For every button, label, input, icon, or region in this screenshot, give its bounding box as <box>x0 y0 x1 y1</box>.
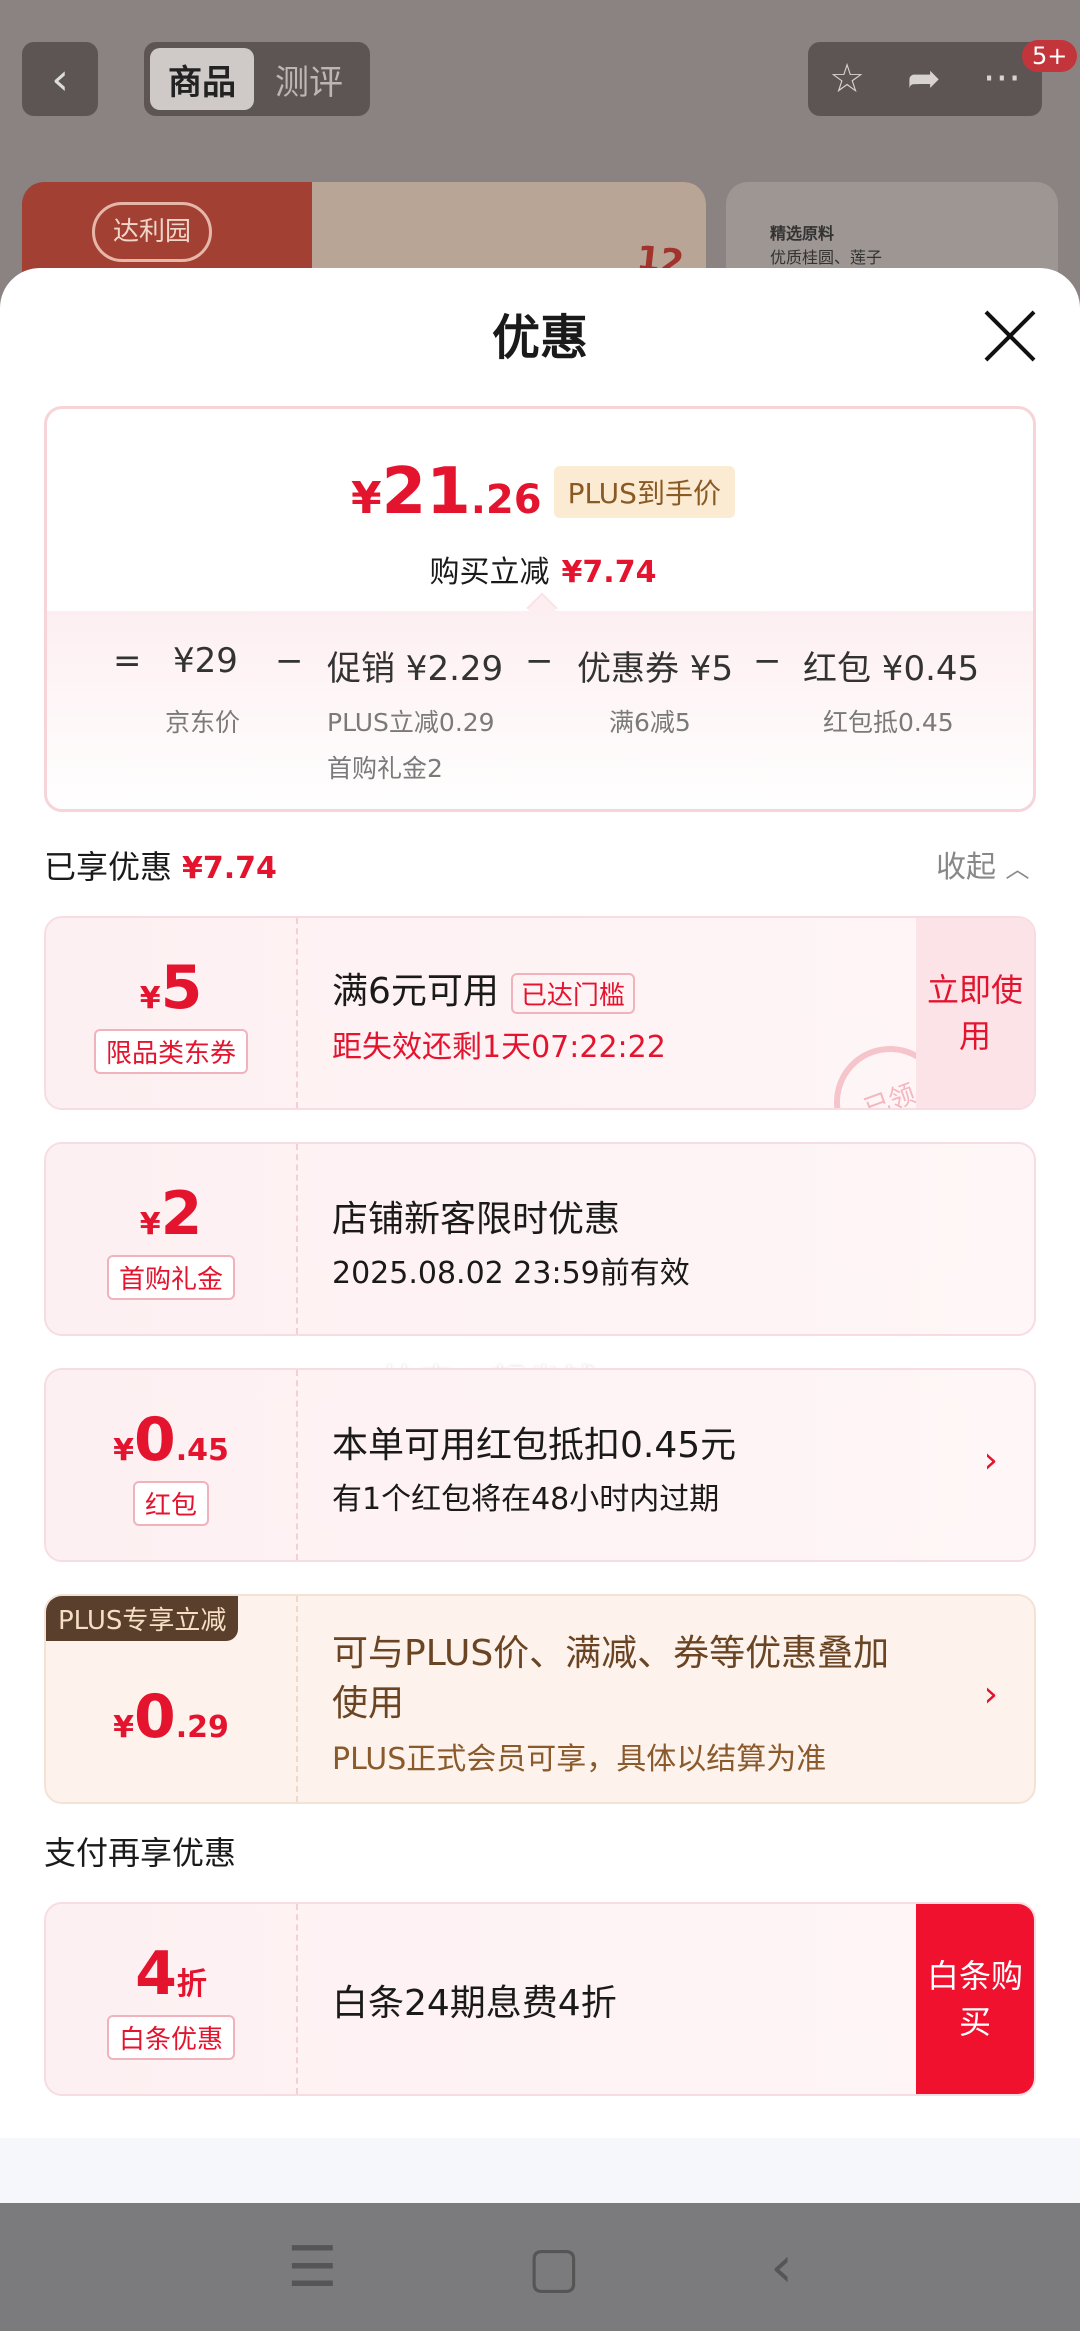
gift-title: 店铺新客限时优惠 <box>332 1199 621 1240</box>
coupon-amount-block: ¥5 限品类东券 <box>46 918 298 1108</box>
gift-type-label: 首购礼金 <box>106 1254 235 1300</box>
system-nav-bar: ☰ ▢ ‹ <box>0 2203 1080 2331</box>
chevron-right-icon[interactable]: › <box>984 1440 998 1481</box>
jd-price: ¥29 <box>173 641 238 681</box>
tab-review[interactable]: 测评 <box>254 55 364 104</box>
coupon-amount: 优惠券 ¥5 <box>577 649 734 689</box>
tab-switch: 商品 测评 <box>144 42 370 116</box>
coupon-card[interactable]: ¥5 限品类东券 满6元可用 已达门槛 距失效还剩1天07:22:22 已领 立即… <box>44 916 1036 1110</box>
promo-amount: 促销 ¥2.29 <box>327 649 504 689</box>
threshold-badge: 已达门槛 <box>510 972 635 1014</box>
baitiao-card[interactable]: 4折 白条优惠 白条24期息费4折 白条购买 <box>44 1902 1036 2096</box>
redpack-title: 本单可用红包抵扣0.45元 <box>332 1425 737 1466</box>
redpack-sub: 红包抵0.45 <box>823 708 954 737</box>
feature-title: 精选原料 <box>770 224 835 243</box>
tab-product[interactable]: 商品 <box>150 48 254 110</box>
back-icon[interactable]: ‹ <box>22 42 98 116</box>
final-price-row: ¥21.26 PLUS到手价 <box>47 455 1033 529</box>
plus-price-tag: PLUS到手价 <box>553 466 735 518</box>
gift-expiry: 2025.08.02 23:59前有效 <box>332 1256 690 1291</box>
final-price: ¥21.26 <box>351 455 542 529</box>
coupon-value: ¥5 <box>139 952 203 1023</box>
coupon-type-label: 限品类东券 <box>93 1028 248 1074</box>
more-icon[interactable]: ··· <box>983 56 1021 102</box>
promo-sub-plus: PLUS立减0.29 <box>327 708 495 737</box>
use-now-button[interactable]: 立即使用 <box>916 918 1034 1108</box>
price-breakdown: = ¥29 京东价 − 促销 ¥2.29 PLUS立减0.29 首购礼金2 − … <box>47 611 1033 809</box>
plus-value: ¥0.29 <box>113 1682 229 1752</box>
sheet-title: 优惠 <box>491 310 588 366</box>
minus-sign: − <box>525 641 554 681</box>
redpack-type-label: 红包 <box>132 1480 209 1526</box>
redpack-amount: 红包 ¥0.45 <box>803 649 980 689</box>
collapse-toggle[interactable]: 收起 ︿ <box>936 842 1030 886</box>
minus-sign: − <box>275 641 304 681</box>
equals-sign: = <box>113 641 142 681</box>
plus-ribbon: PLUS专享立减 <box>46 1596 239 1641</box>
plus-card[interactable]: PLUS专享立减 ¥0.29 可与PLUS价、满减、券等优惠叠加 使用 PLUS… <box>44 1594 1036 1804</box>
gift-value: ¥2 <box>139 1178 203 1249</box>
minus-sign: − <box>753 641 782 681</box>
baitiao-value: 4折 <box>135 1938 207 2009</box>
enjoyed-value: ¥7.74 <box>182 851 277 886</box>
redpack-expiry: 有1个红包将在48小时内过期 <box>332 1482 720 1517</box>
gift-amount-block: ¥2 首购礼金 <box>46 1144 298 1334</box>
coupon-sub: 满6减5 <box>609 708 691 737</box>
back-nav-icon[interactable]: ‹ <box>770 2235 792 2300</box>
close-icon[interactable] <box>984 310 1036 362</box>
coupon-title: 满6元可用 已达门槛 <box>332 962 635 1014</box>
chevron-up-icon: ︿ <box>1005 855 1030 883</box>
share-icon[interactable]: ➦ <box>907 56 941 102</box>
brand-logo: 达利园 <box>92 202 212 262</box>
menu-icon[interactable]: ☰ <box>287 2235 337 2300</box>
baitiao-type-label: 白条优惠 <box>106 2014 235 2060</box>
feature-sub: 优质桂圆、莲子 <box>770 248 883 267</box>
home-icon[interactable]: ▢ <box>527 2235 580 2300</box>
promo-sub-gift: 首购礼金2 <box>327 754 443 783</box>
jd-price-label: 京东价 <box>165 708 241 737</box>
plus-subtitle: PLUS正式会员可享，具体以结算为准 <box>332 1742 827 1777</box>
reduce-label: 购买立减 <box>429 555 550 590</box>
redpack-value: ¥0.45 <box>113 1404 229 1475</box>
redpack-amount-block: ¥0.45 红包 <box>46 1370 298 1560</box>
message-badge: 5+ <box>1022 40 1078 72</box>
reduce-value: ¥7.74 <box>561 555 657 590</box>
price-summary: ¥21.26 PLUS到手价 购买立减 ¥7.74 = ¥29 京东价 − 促销 … <box>44 406 1036 812</box>
pay-section-header: 支付再享优惠 <box>44 1834 237 1872</box>
baitiao-title: 白条24期息费4折 <box>332 1983 617 2024</box>
sheet-bottom-strip <box>0 2138 1080 2203</box>
top-bar: ‹ 商品 测评 ☆ ➦ ··· 5+ <box>0 0 1080 150</box>
plus-title-line2: 使用 <box>332 1683 405 1724</box>
reduce-row: 购买立减 ¥7.74 <box>47 547 1033 591</box>
enjoyed-header: 已享优惠 ¥7.74 <box>44 842 277 888</box>
action-group: ☆ ➦ ··· <box>808 42 1042 116</box>
enjoyed-label: 已享优惠 <box>44 848 173 886</box>
coupon-expiry: 距失效还剩1天07:22:22 <box>332 1030 666 1065</box>
baitiao-amount-block: 4折 白条优惠 <box>46 1904 298 2094</box>
plus-title-line1: 可与PLUS价、满减、券等优惠叠加 <box>332 1633 890 1674</box>
baitiao-buy-button[interactable]: 白条购买 <box>916 1904 1034 2094</box>
chevron-right-icon[interactable]: › <box>984 1674 998 1715</box>
redpack-card[interactable]: ¥0.45 红包 本单可用红包抵扣0.45元 有1个红包将在48小时内过期 › <box>44 1368 1036 1562</box>
discount-sheet: 优惠 ¥21.26 PLUS到手价 购买立减 ¥7.74 = ¥29 京东价 − … <box>0 268 1080 2203</box>
star-icon[interactable]: ☆ <box>829 56 865 102</box>
gift-card: ¥2 首购礼金 店铺新客限时优惠 2025.08.02 23:59前有效 <box>44 1142 1036 1336</box>
